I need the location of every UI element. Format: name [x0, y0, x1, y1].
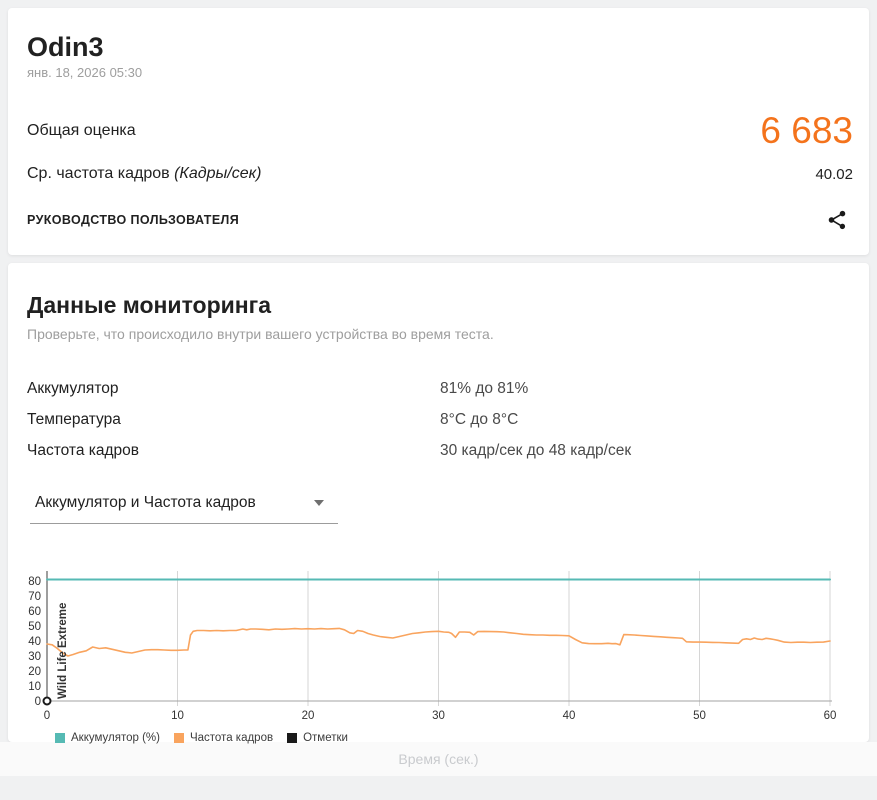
avg-fps-label-unit: (Кадры/сек)	[174, 165, 261, 182]
y-tick-label: 0	[35, 696, 41, 708]
xaxis-label-strip: Время (сек.)	[0, 742, 877, 776]
overall-score-row: Общая оценка 6 683	[27, 111, 853, 151]
x-tick-label: 50	[693, 710, 706, 722]
overall-score-value: 6 683	[760, 111, 853, 151]
framerate-swatch-icon	[174, 733, 184, 743]
chevron-down-icon	[314, 500, 324, 506]
legend-label-marks: Отметки	[303, 732, 348, 744]
legend-item-marks: Отметки	[287, 732, 348, 744]
x-tick-label: 20	[302, 710, 315, 722]
legend-label-framerate: Частота кадров	[190, 732, 273, 744]
battery-row-value: 81% до 81%	[440, 380, 853, 398]
avg-fps-row: Ср. частота кадров (Кадры/сек) 40.02	[27, 165, 853, 183]
line-chart-canvas: 0 10 20 30 40 50 60 70 80 0 10 20 30 40 50 60 Wild Life …	[8, 558, 869, 726]
y-tick-label: 20	[28, 666, 41, 678]
legend-item-framerate: Частота кадров	[174, 732, 273, 744]
battery-swatch-icon	[55, 733, 65, 743]
y-tick-label: 80	[28, 576, 41, 588]
monitoring-card: Данные мониторинга Проверьте, что происх…	[8, 263, 869, 742]
x-tick-label: 60	[824, 710, 837, 722]
share-icon	[826, 209, 848, 231]
monitoring-subtitle: Проверьте, что происходило внутри вашего…	[27, 325, 853, 343]
avg-fps-label-text: Ср. частота кадров	[27, 165, 174, 182]
x-tick-label: 30	[432, 710, 445, 722]
legend-label-battery: Аккумулятор (%)	[71, 732, 160, 744]
avg-fps-label: Ср. частота кадров (Кадры/сек)	[27, 165, 262, 183]
marks-point	[44, 698, 51, 705]
avg-fps-value: 40.02	[815, 166, 853, 183]
y-tick-label: 40	[28, 636, 41, 648]
share-button[interactable]	[826, 209, 848, 231]
overall-score-label: Общая оценка	[27, 122, 136, 140]
x-tick-label: 10	[171, 710, 184, 722]
framerate-row-value: 30 кадр/сек до 48 кадр/сек	[440, 442, 853, 460]
y-tick-label: 30	[28, 651, 41, 663]
battery-row-label: Аккумулятор	[27, 380, 440, 398]
x-tick-label: 40	[563, 710, 576, 722]
result-date: янв. 18, 2026 05:30	[27, 65, 853, 81]
monitoring-rows: Аккумулятор 81% до 81% Температура 8°C д…	[27, 373, 853, 466]
user-guide-button[interactable]: РУКОВОДСТВО ПОЛЬЗОВАТЕЛЯ	[27, 213, 239, 227]
table-row: Частота кадров 30 кадр/сек до 48 кадр/се…	[27, 435, 853, 466]
marks-swatch-icon	[287, 733, 297, 743]
table-row: Температура 8°C до 8°C	[27, 404, 853, 435]
guide-row: РУКОВОДСТВО ПОЛЬЗОВАТЕЛЯ	[27, 209, 853, 231]
temperature-row-label: Температура	[27, 411, 440, 429]
device-title: Odin3	[27, 8, 853, 62]
temperature-row-value: 8°C до 8°C	[440, 411, 853, 429]
xaxis-label: Время (сек.)	[398, 751, 478, 767]
result-card: Odin3 янв. 18, 2026 05:30 Общая оценка 6…	[8, 8, 869, 255]
y-tick-label: 10	[28, 681, 41, 693]
y-tick-label: 60	[28, 606, 41, 618]
x-tick-label: 0	[44, 710, 50, 722]
chart-annotation: Wild Life Extreme	[57, 603, 69, 699]
chart-series-dropdown[interactable]: Аккумулятор и Частота кадров	[30, 492, 338, 524]
framerate-row-label: Частота кадров	[27, 442, 440, 460]
monitoring-title: Данные мониторинга	[27, 263, 853, 319]
y-tick-label: 50	[28, 621, 41, 633]
dropdown-selected-value: Аккумулятор и Частота кадров	[35, 494, 256, 512]
legend-item-battery: Аккумулятор (%)	[55, 732, 160, 744]
y-tick-label: 70	[28, 591, 41, 603]
monitoring-chart: 0 10 20 30 40 50 60 70 80 0 10 20 30 40 50 60 Wild Life …	[8, 558, 869, 731]
table-row: Аккумулятор 81% до 81%	[27, 373, 853, 404]
